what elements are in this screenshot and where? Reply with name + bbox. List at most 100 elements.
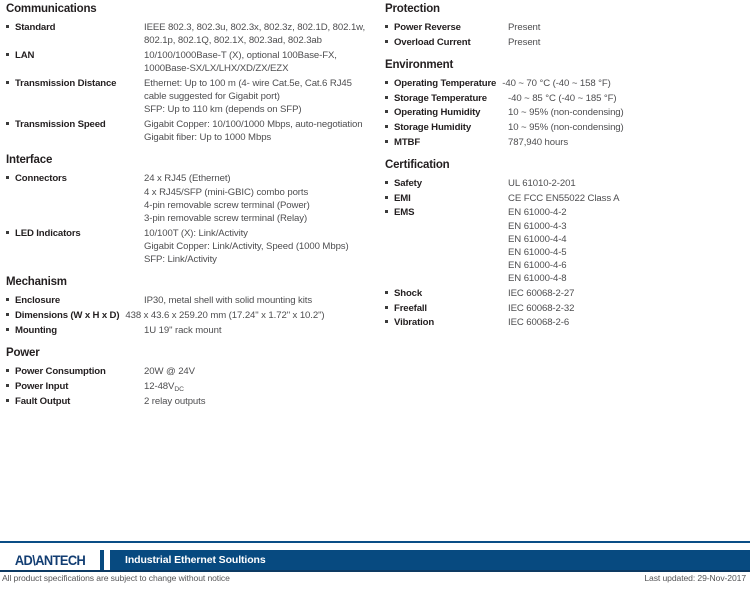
bullet-square-icon [6,76,15,84]
spec-value: 10/100/1000Base-T (X), optional 100Base-… [144,49,337,75]
logo-divider [104,550,110,570]
bullet-square-icon [385,20,394,28]
spec-label: LAN [15,49,35,61]
spec-section: Environment Operating Temperature -40 ~ 70… [385,58,747,149]
spec-label: Standard [15,22,56,33]
spec-value: Ethernet: Up to 100 m (4- wire Cat.5e, C… [144,77,352,116]
footer-last-updated: Last updated: 29-Nov-2017 [644,573,746,583]
bullet-square-icon [385,135,394,143]
bullet-square-icon [6,226,15,234]
spec-value: 10/100T (X): Link/Activity Gigabit Coppe… [144,227,349,266]
bullet-square-icon [385,191,394,199]
footer-disclaimer: All product specifications are subject t… [2,573,230,583]
spec-value: 787,940 hours [508,136,569,148]
bullet-square-icon [6,20,15,28]
bullet-square-icon [6,117,15,125]
spec-value-subscript: DC [174,385,185,393]
spec-value: 1U 19" rack mount [144,324,222,336]
advantech-logo-text: AD\ANTECH [14,552,86,568]
spec-value: -40 ~ 85 °C (-40 ~ 185 °F) [508,92,617,104]
spec-row: Power Input 12-48VDC [6,379,378,394]
bullet-square-icon [6,379,15,387]
spec-value-text: 12-48V [144,380,175,392]
spec-row: Storage Temperature -40 ~ 85 °C (-40 ~ 18… [385,91,747,105]
spec-section: Mechanism Enclosure IP30, metal shell with… [6,275,378,337]
spec-label: Transmission Distance [15,77,117,89]
spec-value: Gigabit Copper: 10/100/1000 Mbps, auto-n… [144,118,363,144]
spec-section: Power Power Consumption 20W @ 24V Power Inp… [6,346,378,409]
bullet-square-icon [6,394,15,403]
spec-value: Present [508,22,541,33]
spec-label: Enclosure [15,295,61,307]
spec-label: Connectors [15,173,67,185]
bullet-square-icon [385,105,394,114]
spec-value: IEC 60068-2-32 [508,302,575,314]
bullet-square-icon [385,76,394,84]
spec-label: Storage Temperature [394,92,487,104]
section-title: Protection [385,3,440,15]
bullet-square-icon [6,293,15,302]
spec-label: Dimensions (W x H x D) [15,309,120,321]
bullet-square-icon [385,91,394,99]
spec-row: Enclosure IP30, metal shell with solid mo… [6,293,378,307]
spec-value: 12-48VDC [139,379,378,394]
spec-row: Shock IEC 60068-2-27 [385,286,747,300]
spec-label: Operating Temperature [394,77,497,89]
spec-label: Safety [394,177,422,189]
spec-row: Overload Current Present [385,35,747,49]
bullet-square-icon [385,315,394,324]
spec-column-left: Communications Standard IEEE 802.3, 802.3u… [6,2,378,411]
spec-label: Overload Current [394,36,471,48]
spec-value: 20W @ 24V [144,365,195,377]
spec-label: EMS [394,207,415,219]
spec-row: Operating Humidity 10 ~ 95% (non-condensi… [385,105,747,119]
spec-section: Communications Standard IEEE 802.3, 802.3u… [6,2,378,144]
footer-note-row: All product specifications are subject t… [0,573,750,583]
spec-value: Present [508,36,541,48]
bullet-square-icon [385,35,394,43]
spec-label: LED Indicators [15,227,81,239]
spec-row: Operating Temperature -40 ~ 70 °C (-40 ~ … [385,76,747,90]
footer-brand-band: AD\ANTECH Industrial Ethernet Soultions [0,550,750,572]
bullet-square-icon [6,323,15,331]
spec-label: Shock [394,288,423,300]
spec-label: Vibration [394,317,435,329]
spec-value: 10 ~ 95% (non-condensing) [508,107,624,119]
spec-row: Transmission Distance Ethernet: Up to 100… [6,76,378,117]
section-title: Environment [385,58,454,71]
section-title: Communications [6,3,97,15]
bullet-square-icon [6,171,15,180]
spec-row: Mounting 1U 19" rack mount [6,323,378,337]
spec-row: Standard IEEE 802.3, 802.3u, 802.3x, 802.… [6,20,378,47]
spec-value: 10 ~ 95% (non-condensing) [508,122,624,134]
spec-section: Interface Connectors 24 x RJ45 (Ethernet) … [6,153,378,266]
spec-label: Fault Output [15,396,71,408]
bullet-square-icon [6,48,15,56]
spec-row: Safety UL 61010-2-201 [385,176,747,190]
spec-row: Dimensions (W x H x D) 438 x 43.6 x 259.2… [6,308,378,322]
section-title: Mechanism [6,276,67,289]
bullet-square-icon [385,301,394,309]
section-title: Certification [385,158,450,171]
spec-label: Power Input [15,380,69,392]
spec-label: Storage Humidity [394,122,472,134]
datasheet-specifications: Communications Standard IEEE 802.3, 802.3u… [0,0,750,541]
spec-value: CE FCC EN55022 Class A [508,192,620,204]
section-title: Power [6,346,40,359]
spec-row: EMS EN 61000-4-2 EN 61000-4-3 EN 61000-4-… [385,205,747,285]
spec-row: Storage Humidity 10 ~ 95% (non-condensing… [385,120,747,134]
spec-value: IEEE 802.3, 802.3u, 802.3x, 802.3z, 802.… [144,22,366,47]
spec-value: EN 61000-4-2 EN 61000-4-3 EN 61000-4-4 E… [508,207,567,285]
spec-value: UL 61010-2-201 [508,177,576,189]
spec-row: Freefall IEC 60068-2-32 [385,301,747,315]
spec-row: EMI CE FCC EN55022 Class A [385,191,747,205]
bullet-square-icon [385,120,394,129]
spec-label: Transmission Speed [15,118,106,130]
advantech-logo: AD\ANTECH [0,550,100,570]
spec-value: 438 x 43.6 x 259.20 mm (17.24" x 1.72" x… [125,309,325,321]
spec-section: Protection Power Reverse Present Overload C… [385,2,747,49]
spec-row: Power Reverse Present [385,20,747,34]
spec-value: IEC 60068-2-6 [508,317,570,329]
spec-value: 2 relay outputs [144,396,206,408]
spec-value: IEC 60068-2-27 [508,288,575,300]
